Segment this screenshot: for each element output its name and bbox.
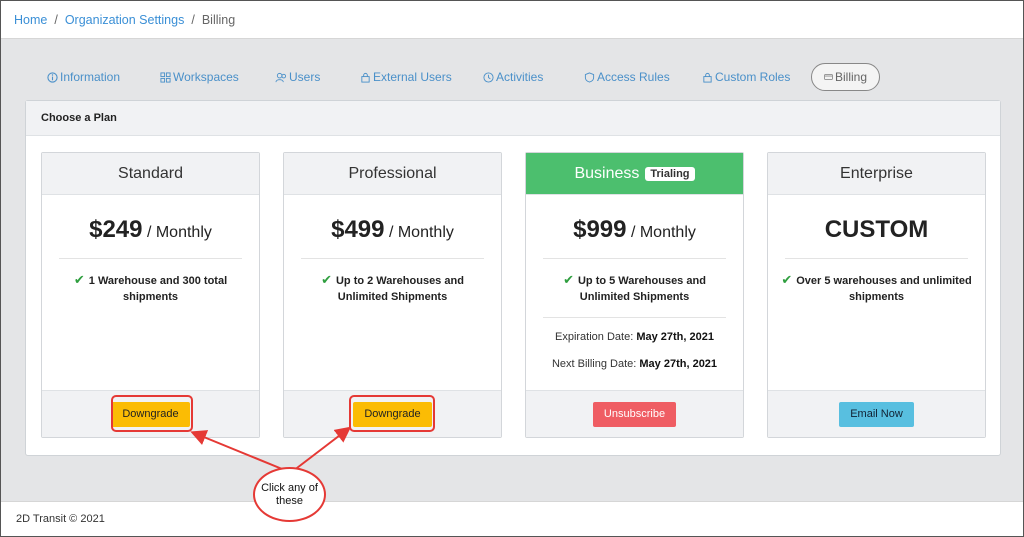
breadcrumb-separator: / [54,12,58,27]
price-amount: $999 [573,216,627,243]
feature-text: Up to 5 Warehouses and Unlimited Shipmen… [577,275,706,303]
users-icon [275,72,287,82]
price-amount: $249 [89,216,143,243]
price-period: / Monthly [388,224,454,241]
plan-card-business: Business Trialing $999 / Monthly ✔ Up to … [525,152,744,438]
feature-text: Up to 2 Warehouses and Unlimited Shipmen… [335,275,464,303]
lock-icon [703,72,712,83]
divider [543,258,726,259]
checkmark-icon: ✔ [321,272,332,287]
price-period: / Monthly [146,224,212,241]
plan-feature: ✔ 1 Warehouse and 300 total shipments [42,272,259,305]
tab-label: Access Rules [597,70,670,84]
plan-price: $249 / Monthly [42,215,259,245]
breadcrumb: Home / Organization Settings / Billing [1,1,1023,39]
tab-label: Custom Roles [715,70,791,84]
divider [785,258,968,259]
settings-tabs: Information Workspaces Users External Us… [1,63,1023,91]
clock-icon [483,71,494,83]
unsubscribe-button[interactable]: Unsubscribe [592,401,677,427]
breadcrumb-home-link[interactable]: Home [14,13,47,27]
tab-external-users[interactable]: External Users [360,63,452,91]
plan-name: Standard [42,153,259,195]
shield-icon [584,71,595,83]
tab-label: Information [60,70,121,84]
plan-name: Professional [284,153,501,195]
feature-text: Over 5 warehouses and unlimited shipment… [796,275,972,303]
card-footer: Unsubscribe [526,390,743,437]
panel-title: Choose a Plan [26,101,1000,136]
annotation-highlight-box [111,395,193,432]
next-billing-label: Next Billing Date: [551,358,637,370]
price-period: / Monthly [630,224,696,241]
tab-workspaces[interactable]: Workspaces [160,63,239,91]
next-billing-date: Next Billing Date: May 27th, 2021 [526,358,743,370]
plan-price: CUSTOM [768,215,985,245]
annotation-callout: Click any of these [253,467,326,522]
breadcrumb-org-settings-link[interactable]: Organization Settings [65,13,185,27]
plan-name: Enterprise [768,153,985,195]
tab-users[interactable]: Users [275,63,320,91]
price-amount: $499 [331,216,385,243]
plan-feature: ✔ Up to 5 Warehouses and Unlimited Shipme… [526,272,743,305]
tab-billing[interactable]: Billing [811,63,880,91]
checkmark-icon: ✔ [563,272,574,287]
checkmark-icon: ✔ [73,272,85,287]
annotation-highlight-box [349,395,435,432]
breadcrumb-current: Billing [201,12,236,27]
plan-header-current: Business Trialing [526,153,743,195]
grid-icon [160,71,171,83]
expiration-date: Expiration Date: May 27th, 2021 [526,331,743,343]
tab-activities[interactable]: Activities [483,63,543,91]
divider [59,258,242,259]
tab-label: Users [289,70,321,84]
footer-copyright: 2D Transit © 2021 [1,501,1023,536]
card-footer: Email Now [768,390,985,437]
tab-information[interactable]: Information [47,63,120,91]
plan-price: $999 / Monthly [526,215,743,245]
breadcrumb-separator: / [191,12,195,27]
plan-price: $499 / Monthly [284,215,501,245]
tab-label: Activities [496,70,544,84]
plan-name: Business [574,164,640,182]
feature-text: 1 Warehouse and 300 total shipments [88,275,228,303]
divider [301,258,484,259]
expiration-label: Expiration Date: [555,331,634,343]
plan-feature: ✔ Over 5 warehouses and unlimited shipmen… [768,272,985,305]
expiration-value: May 27th, 2021 [636,331,714,343]
checkmark-icon: ✔ [781,272,793,287]
tab-label: Workspaces [173,70,239,84]
lock-icon [361,72,370,83]
email-now-button[interactable]: Email Now [839,401,914,427]
info-icon [47,71,58,83]
credit-card-icon [824,74,833,80]
tab-label: Billing [834,70,867,84]
plan-card-enterprise: Enterprise CUSTOM ✔ Over 5 warehouses and… [767,152,986,438]
tab-label: External Users [373,70,452,84]
price-custom: CUSTOM [824,216,929,243]
divider [543,317,726,318]
tab-access-rules[interactable]: Access Rules [584,63,670,91]
trialing-badge: Trialing [645,166,695,181]
tab-custom-roles[interactable]: Custom Roles [702,63,790,91]
next-billing-value: May 27th, 2021 [639,358,718,370]
plan-feature: ✔ Up to 2 Warehouses and Unlimited Shipme… [284,272,501,305]
